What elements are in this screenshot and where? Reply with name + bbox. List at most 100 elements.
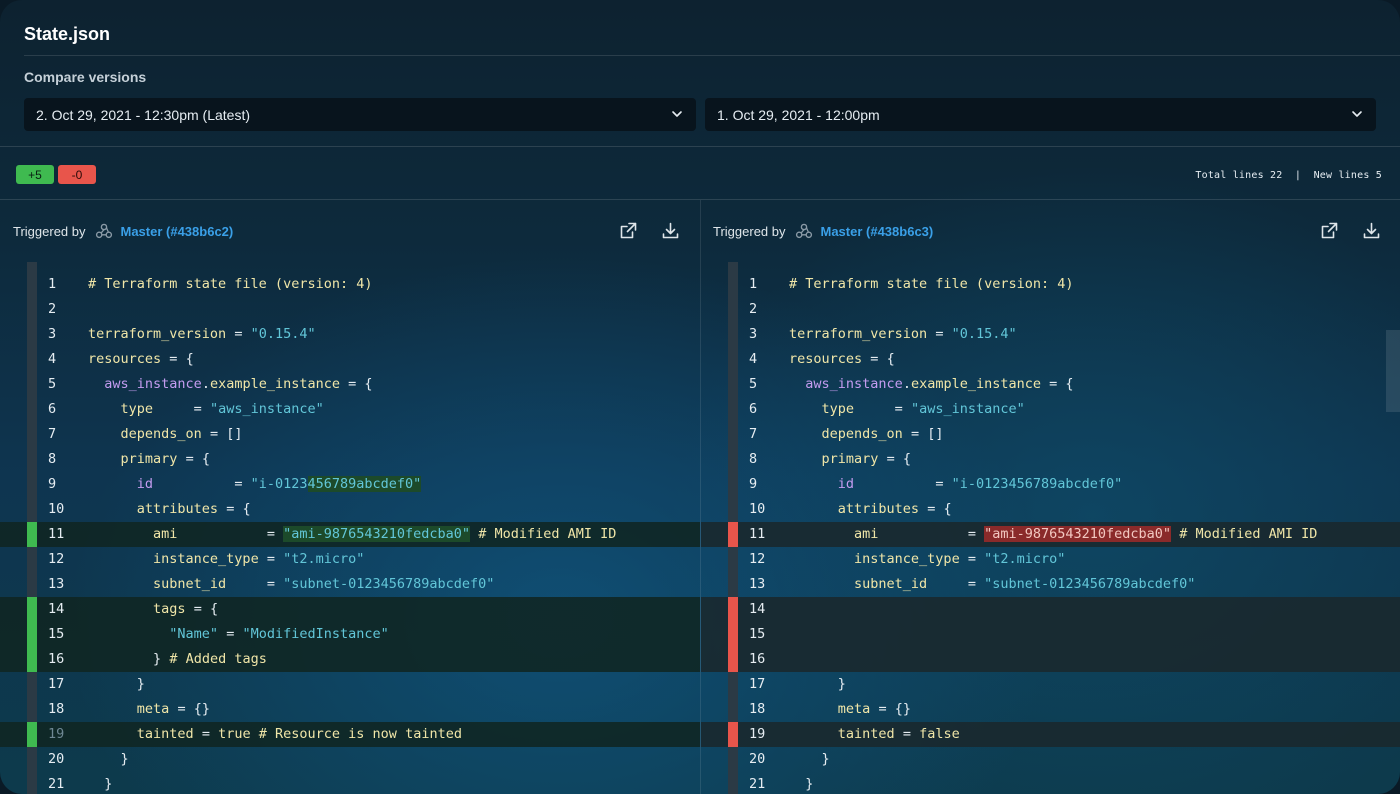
code-line: 15: [701, 622, 1400, 647]
code-line: 16: [701, 647, 1400, 672]
external-link-icon[interactable]: [1320, 221, 1339, 240]
line-code: aws_instance.example_instance = {: [805, 376, 1074, 392]
right-version-value: 1. Oct 29, 2021 - 12:00pm: [717, 106, 880, 123]
right-pane-header: Triggered by Master (#438b6c3): [713, 216, 933, 246]
line-code: }: [821, 751, 830, 767]
diff-stats: Total lines 22 | New lines 5: [1195, 170, 1382, 181]
removed-line-marker: [728, 522, 738, 547]
code-line: 18 meta = {}: [701, 697, 1400, 722]
left-code-view[interactable]: 1 # Terraform state file (version: 4) 2 3 te…: [0, 262, 700, 794]
code-line: 12 instance_type = "t2.micro": [0, 547, 700, 572]
code-line: 9 id = "i-0123456789abcdef0": [0, 472, 700, 497]
line-number: 3: [48, 326, 57, 342]
triggered-by-label: Triggered by: [713, 223, 786, 239]
branch-link[interactable]: Master (#438b6c2): [121, 224, 234, 239]
line-number: 3: [749, 326, 758, 342]
line-number: 5: [48, 376, 57, 392]
line-code: subnet_id = "subnet-0123456789abcdef0": [153, 576, 495, 592]
branch-link[interactable]: Master (#438b6c3): [821, 224, 934, 239]
added-line-marker: [27, 522, 37, 547]
line-code: subnet_id = "subnet-0123456789abcdef0": [854, 576, 1196, 592]
external-link-icon[interactable]: [619, 221, 638, 240]
line-number: 4: [749, 351, 758, 367]
line-code: instance_type = "t2.micro": [854, 551, 1066, 567]
line-code: terraform_version = "0.15.4": [789, 326, 1017, 342]
code-line: 11 ami = "ami-9876543210fedcba0" # Modif…: [701, 522, 1400, 547]
compare-versions-label: Compare versions: [24, 69, 147, 85]
code-line: 16 } # Added tags: [0, 647, 700, 672]
code-line: 20 }: [0, 747, 700, 772]
code-line: 12 instance_type = "t2.micro": [701, 547, 1400, 572]
line-code: }: [136, 676, 145, 692]
chevron-down-icon: [1352, 111, 1362, 117]
line-number: 6: [48, 401, 57, 417]
chevron-down-icon: [672, 111, 682, 117]
webhook-icon: [795, 223, 812, 239]
code-line: 5 aws_instance.example_instance = {: [701, 372, 1400, 397]
line-number: 8: [749, 451, 758, 467]
line-number: 21: [48, 776, 65, 792]
line-code: }: [805, 776, 814, 792]
code-line: 13 subnet_id = "subnet-0123456789abcdef0…: [701, 572, 1400, 597]
code-line: 15 "Name" = "ModifiedInstance": [0, 622, 700, 647]
download-icon[interactable]: [1362, 221, 1381, 240]
line-code: depends_on = []: [120, 426, 243, 442]
code-line: 8 primary = {: [0, 447, 700, 472]
line-code: instance_type = "t2.micro": [153, 551, 365, 567]
line-number: 7: [749, 426, 758, 442]
left-pane-header: Triggered by Master (#438b6c2): [13, 216, 233, 246]
line-number: 11: [48, 526, 65, 542]
page-title: State.json: [24, 24, 111, 44]
line-code: tags = {: [153, 601, 219, 617]
removed-line-marker: [728, 647, 738, 672]
line-code: } # Added tags: [153, 651, 267, 667]
line-number: 15: [48, 626, 65, 642]
code-line: 18 meta = {}: [0, 697, 700, 722]
line-code: attributes = {: [837, 501, 952, 517]
added-line-marker: [27, 647, 37, 672]
removed-lines-badge: -0: [58, 165, 96, 184]
code-line: 13 subnet_id = "subnet-0123456789abcdef0…: [0, 572, 700, 597]
line-code: tainted = true # Resource is now tainted: [136, 726, 462, 742]
removed-line-marker: [728, 722, 738, 747]
line-number: 12: [749, 551, 766, 567]
webhook-icon: [95, 223, 112, 239]
line-number: 6: [749, 401, 758, 417]
line-number: 16: [749, 651, 766, 667]
line-code: id = "i-0123456789abcdef0": [837, 476, 1123, 492]
line-number: 12: [48, 551, 65, 567]
line-number: 4: [48, 351, 57, 367]
line-code: meta = {}: [837, 701, 911, 717]
left-version-select[interactable]: 2. Oct 29, 2021 - 12:30pm (Latest): [24, 98, 696, 131]
line-number: 19: [749, 726, 766, 742]
code-line: 20 }: [701, 747, 1400, 772]
line-number: 13: [48, 576, 65, 592]
line-number: 7: [48, 426, 57, 442]
line-number: 14: [48, 601, 65, 617]
line-number: 5: [749, 376, 758, 392]
line-number: 15: [749, 626, 766, 642]
added-line-marker: [27, 597, 37, 622]
code-line: 21 }: [0, 772, 700, 794]
download-icon[interactable]: [661, 221, 680, 240]
right-code-view[interactable]: 1 # Terraform state file (version: 4) 2 3 te…: [701, 262, 1400, 794]
code-line: 1 # Terraform state file (version: 4): [0, 272, 700, 297]
code-line: 17 }: [701, 672, 1400, 697]
state-file-compare-window: State.json Compare versions 2. Oct 29, 2…: [0, 0, 1400, 794]
line-number: 9: [48, 476, 57, 492]
line-code: ami = "ami-9876543210fedcba0" # Modified…: [854, 526, 1318, 542]
right-version-select[interactable]: 1. Oct 29, 2021 - 12:00pm: [705, 98, 1376, 131]
added-line-marker: [27, 722, 37, 747]
removed-line-marker: [728, 622, 738, 647]
left-version-value: 2. Oct 29, 2021 - 12:30pm (Latest): [36, 106, 251, 123]
line-code: primary = {: [120, 451, 210, 467]
code-line: 5 aws_instance.example_instance = {: [0, 372, 700, 397]
line-number: 1: [48, 276, 57, 292]
line-code: resources = {: [88, 351, 194, 367]
line-number: 10: [749, 501, 766, 517]
code-line: 14 tags = {: [0, 597, 700, 622]
line-number: 18: [749, 701, 766, 717]
scrollbar-thumb[interactable]: [1386, 330, 1400, 412]
line-number: 2: [749, 301, 758, 317]
code-line: 7 depends_on = []: [0, 422, 700, 447]
